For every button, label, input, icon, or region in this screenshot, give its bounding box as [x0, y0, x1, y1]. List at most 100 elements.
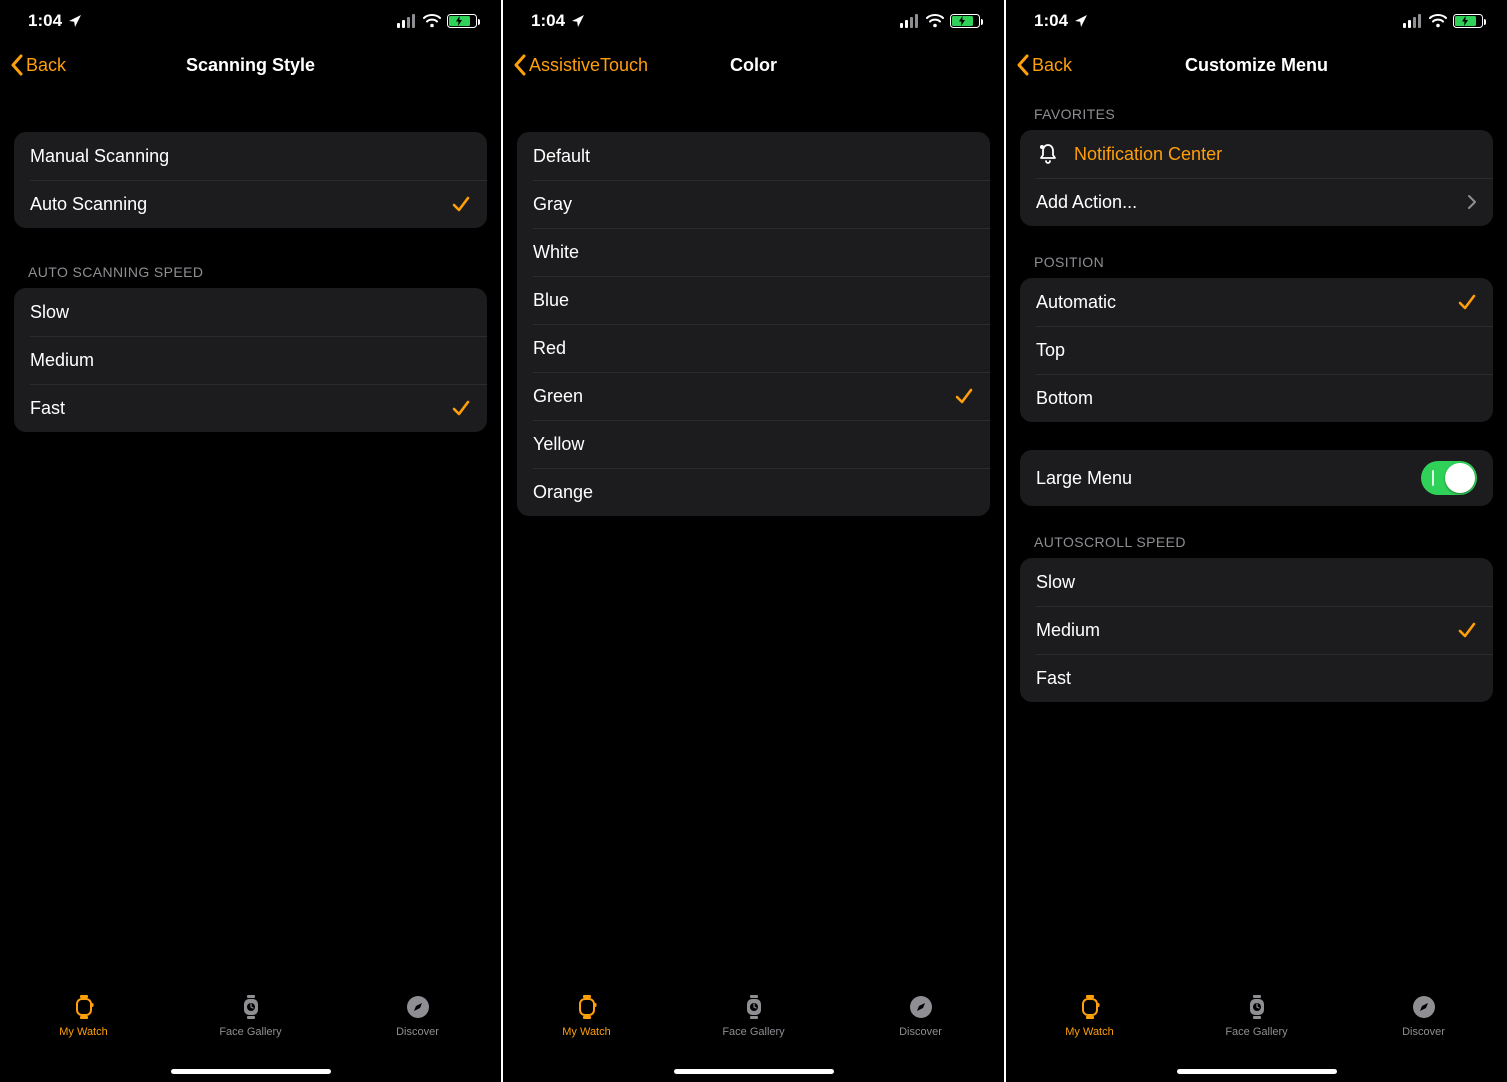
- section-header-favorites: FAVORITES: [1020, 106, 1493, 130]
- chevron-right-icon: [1467, 194, 1477, 210]
- row-speed-fast[interactable]: Fast: [14, 384, 487, 432]
- row-manual-scanning[interactable]: Manual Scanning: [14, 132, 487, 180]
- row-label: Blue: [533, 290, 974, 311]
- chevron-left-icon: [513, 54, 527, 76]
- location-icon: [571, 14, 585, 28]
- check-icon: [954, 386, 974, 406]
- row-position-top[interactable]: Top: [1020, 326, 1493, 374]
- check-icon: [451, 194, 471, 214]
- row-label: Notification Center: [1074, 144, 1477, 165]
- screen-scanning-style: 1:04 Back Scanning Style Manua: [0, 0, 501, 1082]
- row-label: Manual Scanning: [30, 146, 471, 167]
- watch-icon: [1075, 992, 1105, 1022]
- wifi-icon: [423, 14, 441, 28]
- row-label: Automatic: [1036, 292, 1457, 313]
- row-color-red[interactable]: Red: [517, 324, 990, 372]
- battery-icon: [950, 14, 980, 28]
- row-color-white[interactable]: White: [517, 228, 990, 276]
- position-group: Automatic Top Bottom: [1020, 278, 1493, 422]
- section-header-speed: AUTO SCANNING SPEED: [14, 264, 487, 288]
- bell-icon: [1036, 142, 1060, 166]
- nav-bar: Back Scanning Style: [0, 42, 501, 88]
- row-label: Add Action...: [1036, 192, 1467, 213]
- favorites-group: Notification Center Add Action...: [1020, 130, 1493, 226]
- row-notification-center[interactable]: Notification Center: [1020, 130, 1493, 178]
- status-time: 1:04: [531, 11, 565, 31]
- large-menu-switch[interactable]: [1421, 461, 1477, 495]
- row-color-yellow[interactable]: Yellow: [517, 420, 990, 468]
- tab-bar: My Watch Face Gallery Discover: [1006, 986, 1507, 1082]
- tab-label: Discover: [899, 1026, 942, 1038]
- tab-bar: My Watch Face Gallery Discover: [0, 986, 501, 1082]
- location-icon: [1074, 14, 1088, 28]
- row-label: Top: [1036, 340, 1477, 361]
- tab-discover[interactable]: Discover: [334, 992, 501, 1082]
- row-auto-scanning[interactable]: Auto Scanning: [14, 180, 487, 228]
- large-menu-group: Large Menu: [1020, 450, 1493, 506]
- row-label: Red: [533, 338, 974, 359]
- section-header-position: POSITION: [1020, 254, 1493, 278]
- status-bar: 1:04: [0, 0, 501, 42]
- tab-my-watch[interactable]: My Watch: [0, 992, 167, 1082]
- row-autoscroll-fast[interactable]: Fast: [1020, 654, 1493, 702]
- tab-label: Face Gallery: [219, 1026, 281, 1038]
- tab-label: Discover: [396, 1026, 439, 1038]
- tab-discover[interactable]: Discover: [1340, 992, 1507, 1082]
- watch-face-icon: [1242, 992, 1272, 1022]
- row-label: Slow: [30, 302, 471, 323]
- row-label: Auto Scanning: [30, 194, 451, 215]
- battery-icon: [1453, 14, 1483, 28]
- row-position-bottom[interactable]: Bottom: [1020, 374, 1493, 422]
- row-position-automatic[interactable]: Automatic: [1020, 278, 1493, 326]
- home-indicator[interactable]: [674, 1069, 834, 1074]
- row-color-gray[interactable]: Gray: [517, 180, 990, 228]
- row-color-blue[interactable]: Blue: [517, 276, 990, 324]
- row-color-default[interactable]: Default: [517, 132, 990, 180]
- row-label: Default: [533, 146, 974, 167]
- row-color-green[interactable]: Green: [517, 372, 990, 420]
- compass-icon: [1409, 992, 1439, 1022]
- row-speed-medium[interactable]: Medium: [14, 336, 487, 384]
- status-bar: 1:04: [503, 0, 1004, 42]
- scanning-speed-group: Slow Medium Fast: [14, 288, 487, 432]
- row-label: Fast: [1036, 668, 1477, 689]
- row-autoscroll-slow[interactable]: Slow: [1020, 558, 1493, 606]
- row-label: Large Menu: [1036, 468, 1421, 489]
- row-label: Fast: [30, 398, 451, 419]
- tab-label: My Watch: [562, 1026, 611, 1038]
- row-label: Medium: [30, 350, 471, 371]
- charging-bolt-icon: [958, 16, 966, 26]
- tab-bar: My Watch Face Gallery Discover: [503, 986, 1004, 1082]
- row-label: Bottom: [1036, 388, 1477, 409]
- tab-my-watch[interactable]: My Watch: [503, 992, 670, 1082]
- row-color-orange[interactable]: Orange: [517, 468, 990, 516]
- row-speed-slow[interactable]: Slow: [14, 288, 487, 336]
- status-time: 1:04: [28, 11, 62, 31]
- back-button[interactable]: Back: [1016, 54, 1072, 76]
- cellular-signal-icon: [1403, 14, 1423, 28]
- compass-icon: [906, 992, 936, 1022]
- row-label: Green: [533, 386, 954, 407]
- tab-discover[interactable]: Discover: [837, 992, 1004, 1082]
- watch-icon: [69, 992, 99, 1022]
- autoscroll-group: Slow Medium Fast: [1020, 558, 1493, 702]
- tab-my-watch[interactable]: My Watch: [1006, 992, 1173, 1082]
- home-indicator[interactable]: [171, 1069, 331, 1074]
- back-button[interactable]: AssistiveTouch: [513, 54, 648, 76]
- charging-bolt-icon: [1461, 16, 1469, 26]
- row-label: Orange: [533, 482, 974, 503]
- watch-face-icon: [739, 992, 769, 1022]
- nav-bar: Back Customize Menu: [1006, 42, 1507, 88]
- row-label: Medium: [1036, 620, 1457, 641]
- row-autoscroll-medium[interactable]: Medium: [1020, 606, 1493, 654]
- back-button[interactable]: Back: [10, 54, 66, 76]
- charging-bolt-icon: [455, 16, 463, 26]
- color-group: Default Gray White Blue Red Green Yellow…: [517, 132, 990, 516]
- row-large-menu[interactable]: Large Menu: [1020, 450, 1493, 506]
- watch-face-icon: [236, 992, 266, 1022]
- row-label: Slow: [1036, 572, 1477, 593]
- battery-icon: [447, 14, 477, 28]
- home-indicator[interactable]: [1177, 1069, 1337, 1074]
- row-add-action[interactable]: Add Action...: [1020, 178, 1493, 226]
- tab-label: My Watch: [1065, 1026, 1114, 1038]
